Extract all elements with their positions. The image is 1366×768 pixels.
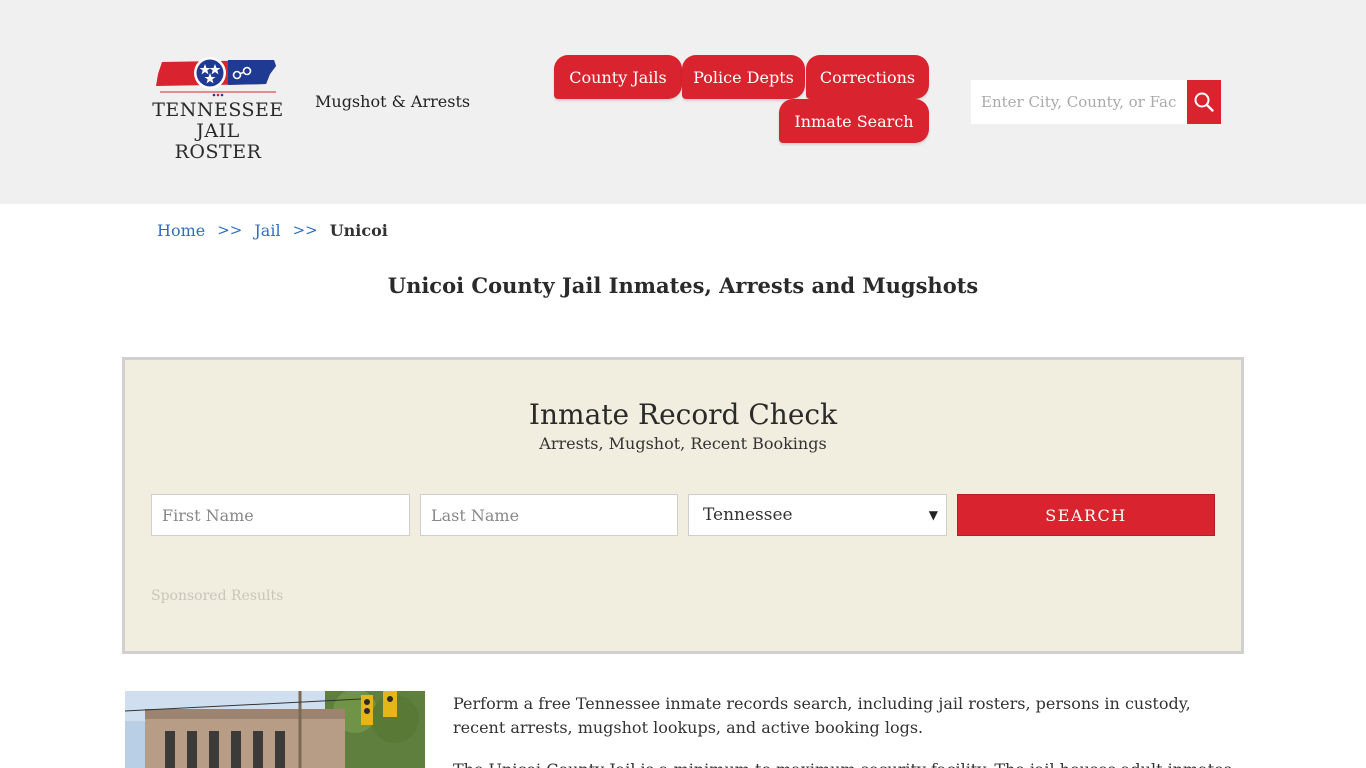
tennessee-flag-icon [156, 57, 276, 97]
record-check-title: Inmate Record Check [528, 398, 838, 431]
site-logo[interactable]: TENNESSEE JAIL ROSTER [152, 56, 284, 163]
page-title: Unicoi County Jail Inmates, Arrests and … [387, 273, 979, 298]
header-search [971, 80, 1221, 124]
search-icon [1194, 92, 1214, 112]
logo-line-2: JAIL ROSTER [174, 120, 262, 163]
state-select-value: Tennessee [703, 505, 793, 525]
first-name-input[interactable] [151, 494, 410, 536]
jail-building-photo [125, 691, 425, 768]
breadcrumb-separator: >> [292, 221, 318, 239]
intro-paragraph: Perform a free Tennessee inmate records … [453, 694, 1191, 737]
state-select[interactable]: Tennessee ▼ [688, 494, 947, 536]
header-search-button[interactable] [1187, 80, 1221, 124]
breadcrumb-separator: >> [217, 221, 243, 239]
nav-county-jails[interactable]: County Jails [554, 55, 682, 99]
record-check-subtitle: Arrests, Mugshot, Recent Bookings [539, 434, 827, 453]
site-header: TENNESSEE JAIL ROSTER Mugshot & Arrests … [0, 0, 1366, 204]
nav-police-depts[interactable]: Police Depts [682, 55, 805, 99]
header-search-input[interactable] [971, 80, 1187, 124]
record-search-button[interactable]: SEARCH [957, 494, 1215, 536]
breadcrumb-home[interactable]: Home [157, 221, 205, 240]
breadcrumb-current: Unicoi [329, 221, 388, 240]
site-tagline: Mugshot & Arrests [315, 92, 471, 111]
breadcrumb: Home >> Jail >> Unicoi [157, 221, 388, 240]
sponsored-results-label: Sponsored Results [151, 588, 284, 604]
chevron-down-icon: ▼ [928, 508, 938, 522]
logo-text: TENNESSEE JAIL ROSTER [152, 100, 284, 163]
last-name-input[interactable] [420, 494, 678, 536]
nav-corrections[interactable]: Corrections [806, 55, 929, 99]
logo-line-1: TENNESSEE [152, 99, 284, 121]
nav-inmate-search[interactable]: Inmate Search [779, 99, 929, 143]
facility-paragraph: The Unicoi County Jail is a minimum to m… [453, 758, 1233, 768]
breadcrumb-jail[interactable]: Jail [254, 221, 280, 240]
inmate-record-check-panel: Inmate Record Check Arrests, Mugshot, Re… [122, 357, 1244, 654]
